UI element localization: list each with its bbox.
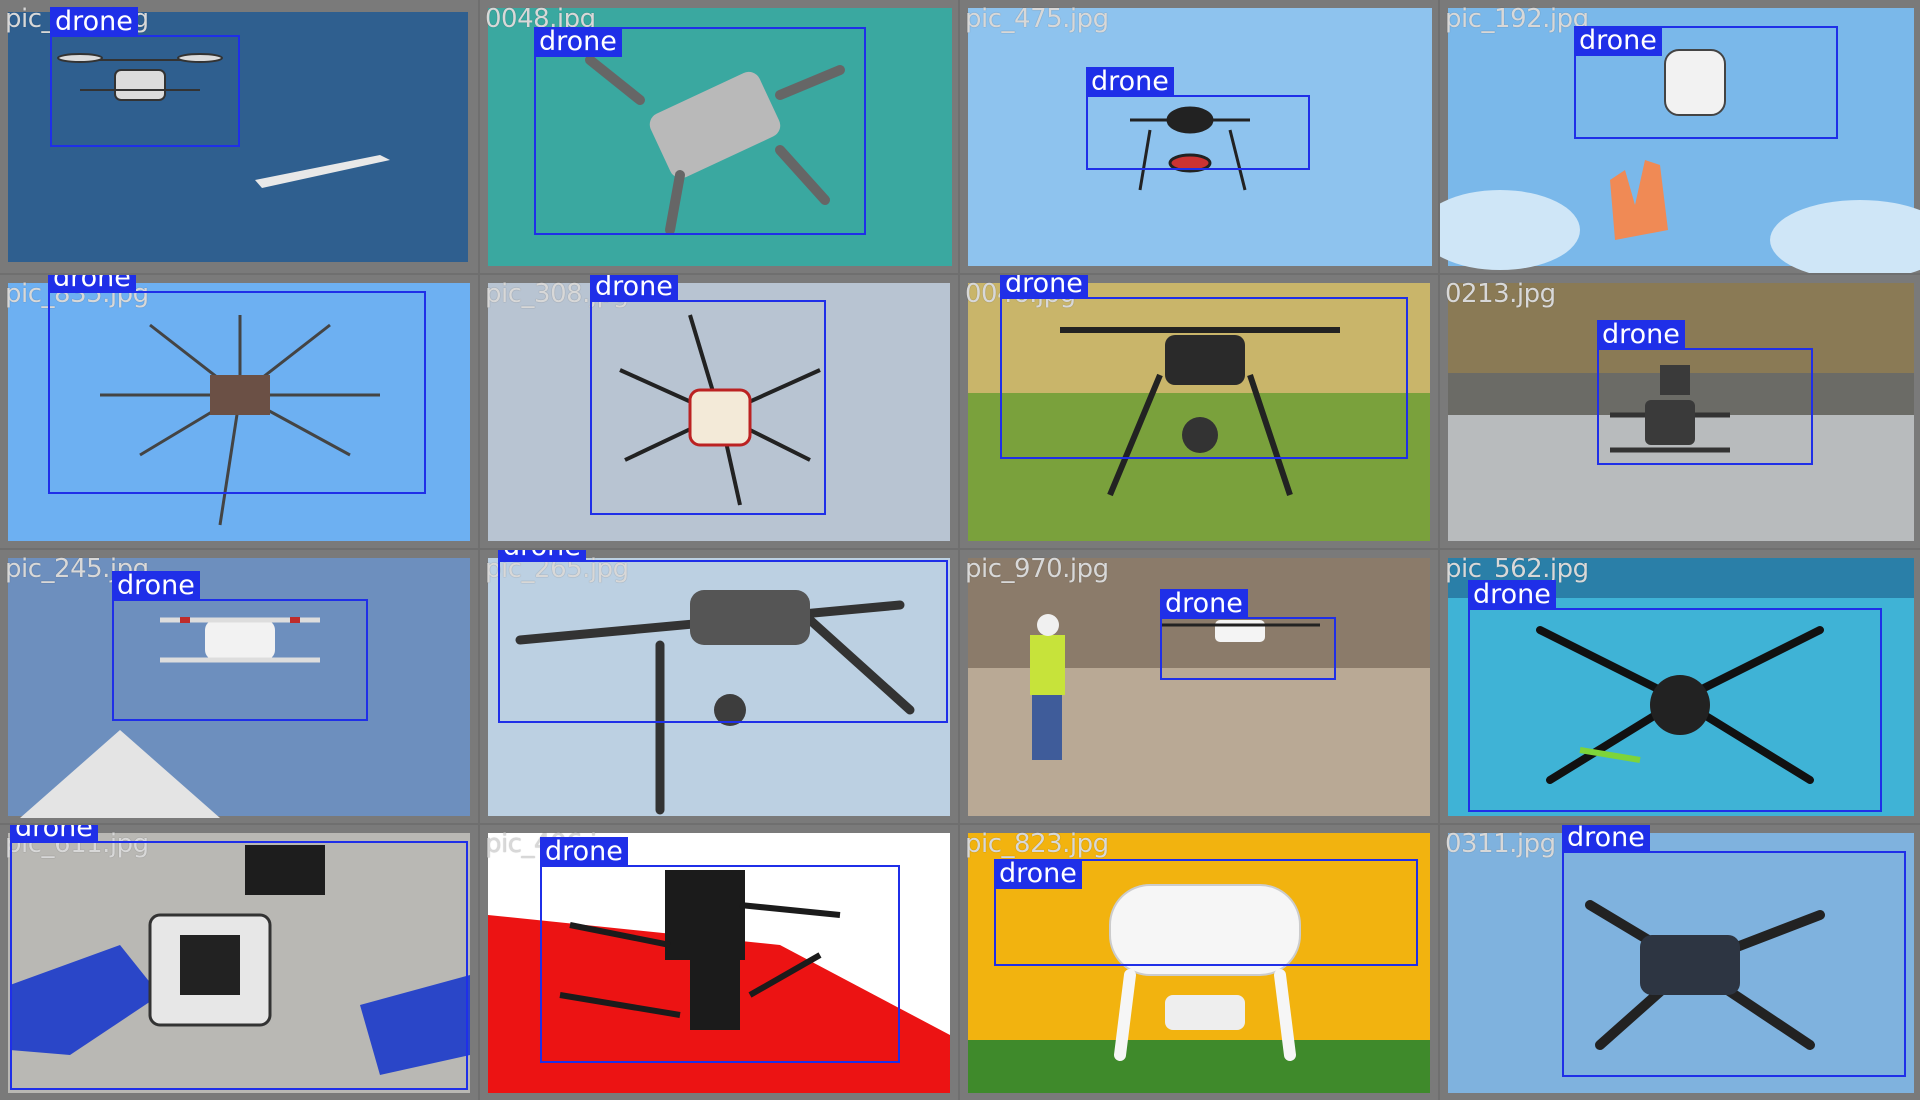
bounding-box: drone: [1086, 67, 1310, 170]
image-tile: 0046.jpg drone: [960, 275, 1438, 548]
filename: pic_192.jpg: [1445, 4, 1589, 34]
bounding-box: drone: [498, 550, 948, 723]
image-tile: pic_406.jpg drone: [480, 825, 958, 1100]
image-tile: pic_245.jpg drone: [0, 550, 478, 823]
class-label: drone: [1597, 320, 1685, 350]
bounding-box: drone: [540, 837, 900, 1063]
bounding-box: drone: [1468, 580, 1882, 812]
image-tile: pic_265.jpg drone: [480, 550, 958, 823]
class-label: drone: [590, 275, 678, 302]
image-tile: pic_105.jpg drone: [0, 0, 478, 273]
image-tile: pic_970.jpg drone: [960, 550, 1438, 823]
image-tile: pic_308.jpg drone: [480, 275, 958, 548]
class-label: drone: [50, 7, 138, 37]
class-label: drone: [1468, 580, 1556, 610]
class-label: drone: [540, 837, 628, 867]
image-tile: 0311.jpg drone: [1440, 825, 1920, 1100]
class-label: drone: [1574, 26, 1662, 56]
filename: 0311.jpg: [1445, 829, 1556, 859]
bounding-box: drone: [994, 859, 1418, 966]
bounding-box: drone: [10, 825, 468, 1090]
image-tile: pic_611.jpg drone: [0, 825, 478, 1100]
bounding-box: drone: [112, 571, 368, 721]
bounding-box: drone: [50, 7, 240, 147]
bounding-box: drone: [534, 27, 866, 235]
class-label: drone: [498, 550, 586, 562]
class-label: drone: [1160, 589, 1248, 619]
filename: pic_475.jpg: [965, 4, 1109, 34]
class-label: drone: [1000, 275, 1088, 299]
filename: pic_823.jpg: [965, 829, 1109, 859]
class-label: drone: [994, 859, 1082, 889]
mosaic-grid: pic_105.jpg drone 0048.jpg drone: [0, 0, 1920, 1100]
bounding-box: drone: [1000, 275, 1408, 459]
image-tile: pic_562.jpg drone: [1440, 550, 1920, 823]
image-tile: pic_835.jpg drone: [0, 275, 478, 548]
filename: pic_970.jpg: [965, 554, 1109, 584]
class-label: drone: [1562, 825, 1650, 853]
class-label: drone: [112, 571, 200, 601]
bounding-box: drone: [1597, 320, 1813, 465]
image-tile: pic_823.jpg drone: [960, 825, 1438, 1100]
class-label: drone: [534, 27, 622, 57]
bounding-box: drone: [590, 275, 826, 515]
class-label: drone: [48, 275, 136, 293]
image-tile: 0213.jpg drone: [1440, 275, 1920, 548]
bounding-box: drone: [1562, 825, 1906, 1077]
class-label: drone: [10, 825, 98, 843]
bounding-box: drone: [48, 275, 426, 494]
image-tile: 0048.jpg drone: [480, 0, 958, 273]
image-tile: pic_475.jpg drone: [960, 0, 1438, 273]
class-label: drone: [1086, 67, 1174, 97]
bounding-box: drone: [1160, 589, 1336, 680]
filename: 0213.jpg: [1445, 279, 1556, 309]
bounding-box: drone: [1574, 26, 1838, 139]
image-tile: pic_192.jpg drone: [1440, 0, 1920, 273]
